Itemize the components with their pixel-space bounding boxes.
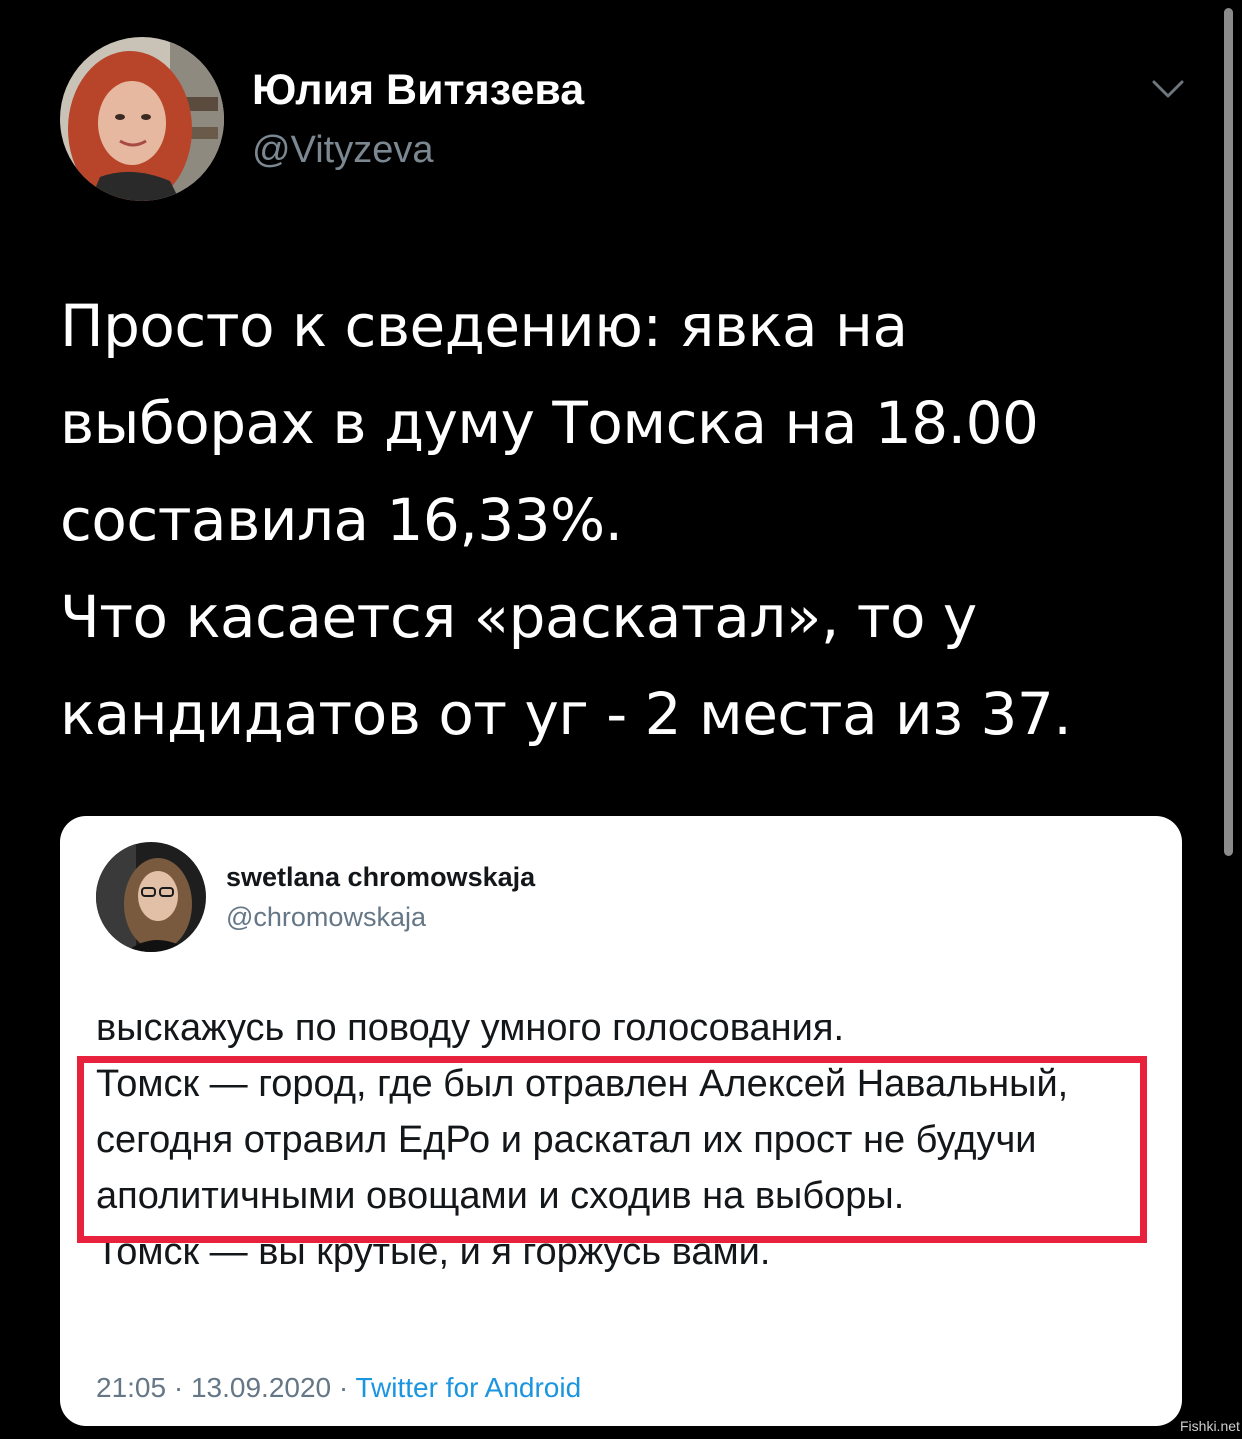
highlight-box [77, 1056, 1147, 1243]
author-handle[interactable]: @Vityzeva [252, 126, 434, 174]
tweet-line: выборах в думу Томска на 18.00 [60, 389, 1039, 457]
author-name[interactable]: Юлия Витязева [252, 64, 584, 116]
tweet-source-link[interactable]: Twitter for Android [356, 1372, 582, 1403]
quoted-author-handle[interactable]: @chromowskaja [226, 902, 426, 933]
tweet-line: составила 16,33%. [60, 486, 623, 554]
tweet-line: Просто к сведению: явка на [60, 292, 908, 360]
tweet-line: Что касается «раскатал», то у [60, 583, 977, 651]
chevron-down-icon[interactable] [1148, 74, 1188, 104]
meta-separator: · [173, 1372, 191, 1403]
quoted-line: выскажусь по поводу умного голосования. [96, 1007, 845, 1049]
author-avatar[interactable] [60, 37, 224, 201]
quoted-tweet-card[interactable]: swetlana chromowskaja @chromowskaja выск… [60, 816, 1182, 1426]
scrollbar[interactable] [1224, 8, 1233, 856]
quoted-tweet-meta: 21:05 · 13.09.2020 · Twitter for Android [96, 1372, 581, 1404]
watermark: Fishki.net [1180, 1418, 1240, 1434]
tweet-line: кандидатов от уг - 2 места из 37. [60, 680, 1072, 748]
quoted-author-avatar[interactable] [96, 842, 206, 952]
quoted-author-name[interactable]: swetlana chromowskaja [226, 862, 535, 893]
tweet-time: 21:05 [96, 1372, 174, 1403]
meta-separator: · [338, 1372, 356, 1403]
tweet-text: Просто к сведению: явка на выборах в дум… [60, 278, 1190, 763]
tweet-date[interactable]: 13.09.2020 [191, 1372, 339, 1403]
